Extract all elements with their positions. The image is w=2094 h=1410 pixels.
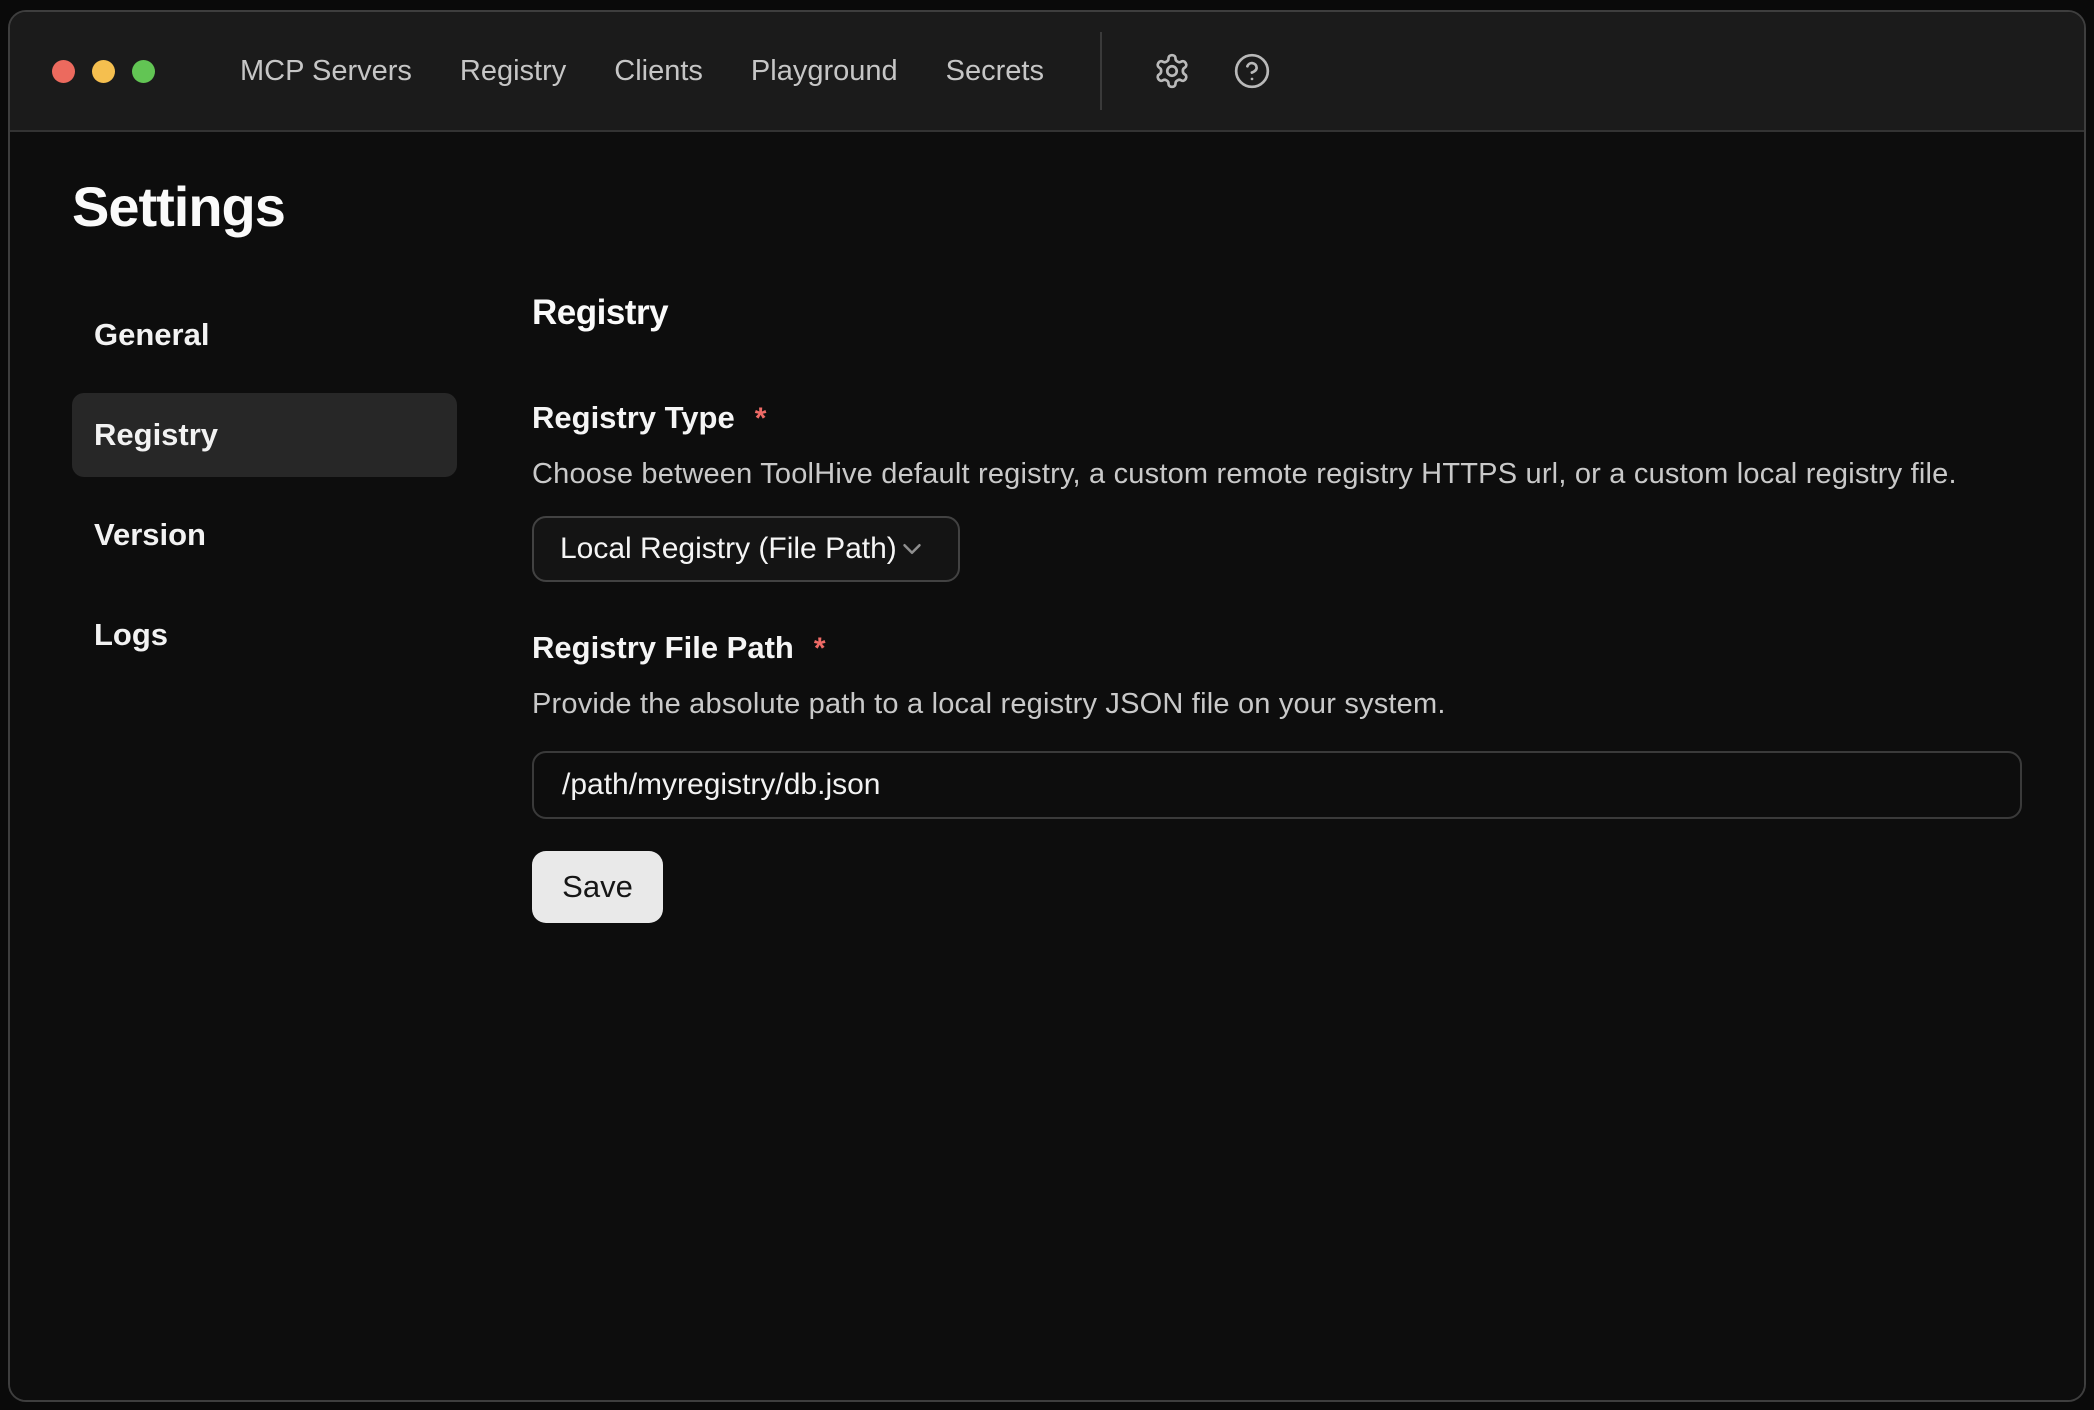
page-title: Settings xyxy=(72,176,2018,238)
sidebar-item-label: Version xyxy=(94,517,206,553)
sidebar-item-general[interactable]: General xyxy=(72,293,457,377)
required-asterisk: * xyxy=(755,402,767,436)
title-bar: MCP Servers Registry Clients Playground … xyxy=(10,12,2084,132)
registry-type-label: Registry Type xyxy=(532,400,735,436)
traffic-lights xyxy=(52,60,155,83)
close-window-button[interactable] xyxy=(52,60,75,83)
sidebar-item-label: General xyxy=(94,317,209,353)
sidebar-item-logs[interactable]: Logs xyxy=(72,593,457,677)
registry-file-path-input[interactable] xyxy=(532,751,2022,819)
section-title: Registry xyxy=(532,293,2022,333)
registry-settings-panel: Registry Registry Type * Choose between … xyxy=(532,293,2022,923)
registry-file-path-label: Registry File Path xyxy=(532,630,794,666)
settings-layout: General Registry Version Logs Registry xyxy=(72,293,2018,923)
registry-type-description: Choose between ToolHive default registry… xyxy=(532,458,2022,491)
help-icon[interactable] xyxy=(1232,51,1272,91)
settings-sidebar: General Registry Version Logs xyxy=(72,293,457,923)
sidebar-item-registry[interactable]: Registry xyxy=(72,393,457,477)
settings-page: Settings General Registry Version Logs xyxy=(10,132,2084,1400)
topbar-icons xyxy=(1152,51,1272,91)
maximize-window-button[interactable] xyxy=(132,60,155,83)
registry-type-select[interactable]: Local Registry (File Path) xyxy=(532,516,960,582)
nav-item-mcp-servers[interactable]: MCP Servers xyxy=(240,55,412,88)
topbar-divider xyxy=(1100,32,1102,110)
nav-item-playground[interactable]: Playground xyxy=(751,55,898,88)
sidebar-item-label: Logs xyxy=(94,617,168,653)
gear-icon[interactable] xyxy=(1152,51,1192,91)
sidebar-item-version[interactable]: Version xyxy=(72,493,457,577)
top-navigation: MCP Servers Registry Clients Playground … xyxy=(240,55,1044,88)
nav-item-clients[interactable]: Clients xyxy=(614,55,703,88)
registry-file-path-description: Provide the absolute path to a local reg… xyxy=(532,688,2022,721)
sidebar-item-label: Registry xyxy=(94,417,218,453)
nav-item-secrets[interactable]: Secrets xyxy=(946,55,1044,88)
nav-item-registry[interactable]: Registry xyxy=(460,55,566,88)
registry-file-path-field: Registry File Path * Provide the absolut… xyxy=(532,630,2022,819)
minimize-window-button[interactable] xyxy=(92,60,115,83)
registry-type-selected-value: Local Registry (File Path) xyxy=(560,532,897,566)
registry-type-field: Registry Type * Choose between ToolHive … xyxy=(532,400,2022,582)
required-asterisk: * xyxy=(814,632,826,666)
chevron-down-icon xyxy=(897,534,927,564)
app-window: MCP Servers Registry Clients Playground … xyxy=(8,10,2086,1402)
field-label-row: Registry File Path * xyxy=(532,630,2022,666)
field-label-row: Registry Type * xyxy=(532,400,2022,436)
save-button[interactable]: Save xyxy=(532,851,663,923)
